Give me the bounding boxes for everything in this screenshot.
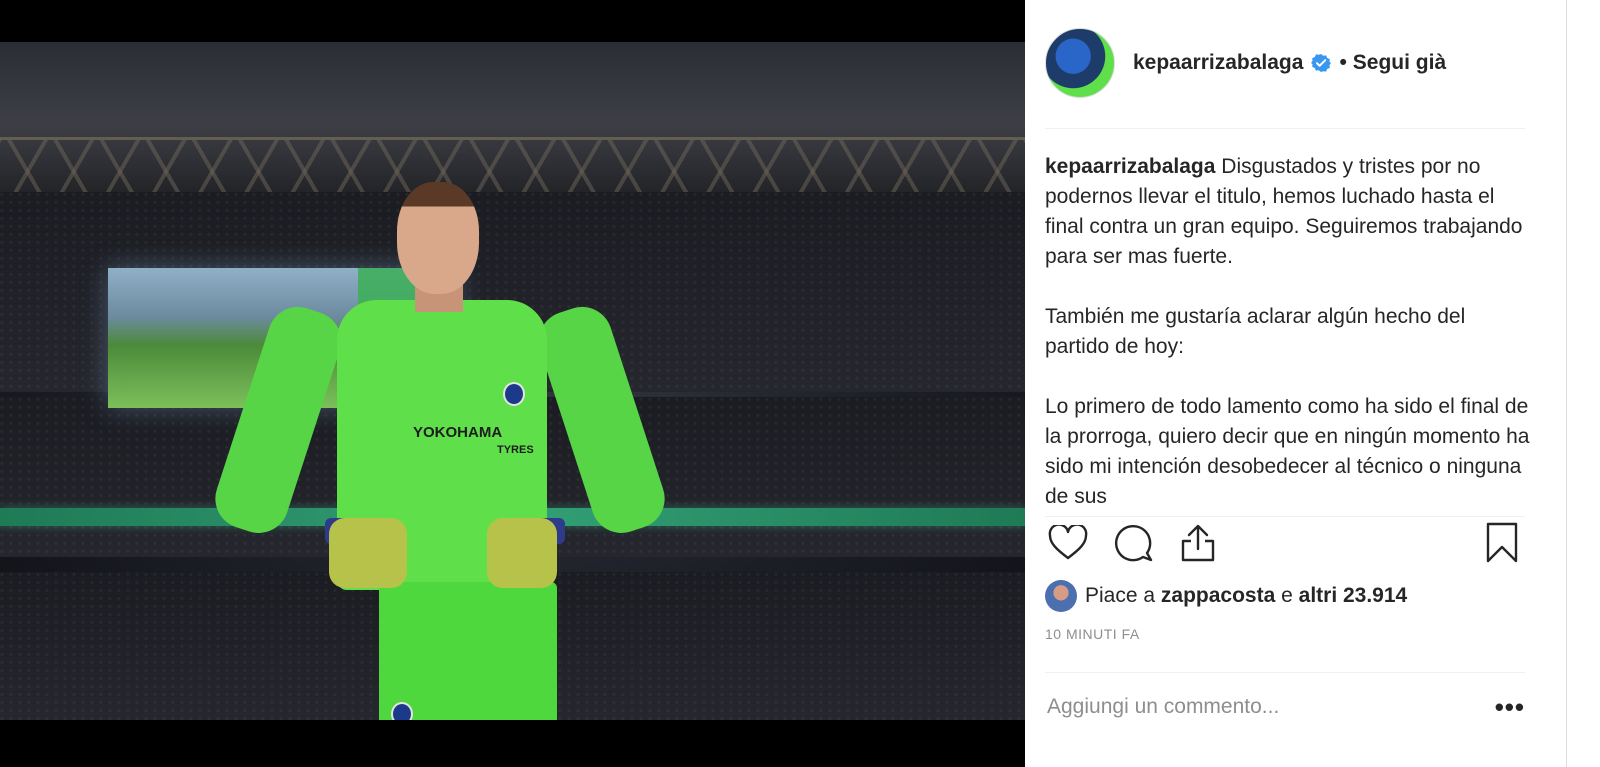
photo-frame: YOKOHAMA TYRES — [0, 42, 1025, 720]
shirt-sponsor: YOKOHAMA — [413, 424, 503, 441]
heart-icon — [1048, 522, 1088, 566]
divider — [1045, 672, 1525, 673]
glove-left — [329, 518, 407, 588]
post-actions — [1045, 522, 1525, 572]
post-username[interactable]: kepaarrizabalaga — [1133, 51, 1303, 75]
comment-input[interactable] — [1045, 694, 1469, 720]
shorts-crest — [391, 702, 413, 720]
comment-box: ••• — [1045, 690, 1525, 724]
share-button[interactable] — [1175, 522, 1221, 568]
glove-right — [487, 518, 557, 588]
divider — [1045, 516, 1525, 517]
comment-button[interactable] — [1111, 522, 1157, 568]
comment-icon — [1114, 523, 1154, 568]
likes-mid: e — [1281, 584, 1293, 607]
caption-paragraph: kepaarrizabalaga Disgustados y tristes p… — [1045, 152, 1535, 272]
more-options-button[interactable]: ••• — [1485, 690, 1525, 724]
liker-avatar[interactable] — [1045, 580, 1077, 612]
post-caption: kepaarrizabalaga Disgustados y tristes p… — [1045, 152, 1535, 504]
caption-paragraph: También me gustaría aclarar algún hecho … — [1045, 305, 1466, 358]
save-button[interactable] — [1479, 522, 1525, 568]
header-separator: • — [1339, 51, 1347, 74]
divider — [1045, 128, 1525, 129]
follow-status-button[interactable]: Segui già — [1353, 51, 1446, 75]
goalkeeper-head — [397, 182, 479, 294]
caption-paragraph: Lo primero de todo lamento como ha sido … — [1045, 395, 1530, 504]
likes-count[interactable]: altri 23.914 — [1299, 584, 1408, 608]
post-side-panel: kepaarrizabalaga • Segui già kepaarrizab… — [1025, 0, 1566, 767]
likes-prefix: Piace a — [1085, 584, 1156, 607]
bookmark-icon — [1484, 522, 1520, 569]
club-crest — [503, 382, 525, 406]
likes-summary: Piace a zappacosta e altri 23.914 — [1045, 578, 1407, 614]
post-header: kepaarrizabalaga • Segui già — [1045, 28, 1545, 98]
shirt-sponsor-sub: TYRES — [497, 444, 534, 456]
verified-badge-icon — [1311, 53, 1332, 73]
like-button[interactable] — [1045, 522, 1091, 568]
caption-username[interactable]: kepaarrizabalaga — [1045, 155, 1215, 178]
profile-avatar[interactable] — [1045, 28, 1115, 98]
likes-user[interactable]: zappacosta — [1161, 584, 1275, 608]
goalkeeper-figure: YOKOHAMA TYRES — [207, 182, 673, 720]
share-icon — [1178, 523, 1218, 568]
post-timestamp[interactable]: 10 MINUTI FA — [1045, 626, 1140, 642]
window-edge — [1566, 0, 1600, 767]
post-photo[interactable]: YOKOHAMA TYRES — [0, 0, 1025, 767]
